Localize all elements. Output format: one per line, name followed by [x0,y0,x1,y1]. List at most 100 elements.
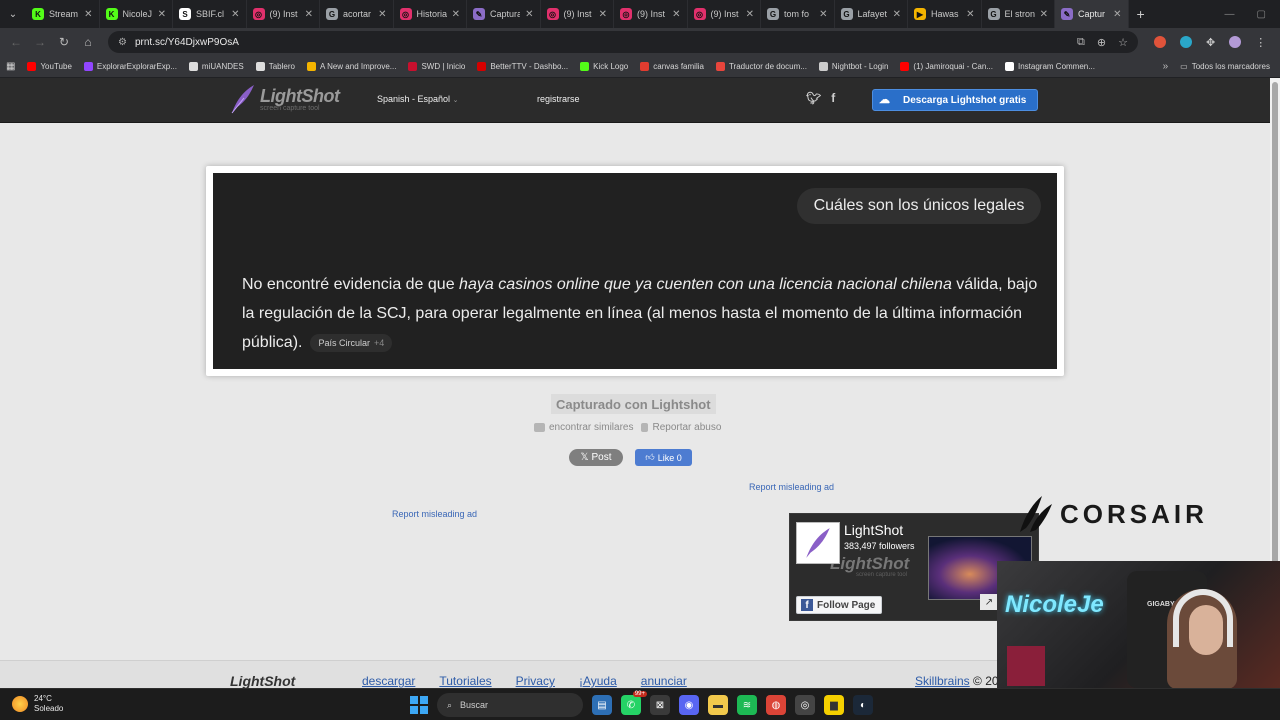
close-tab-icon[interactable]: ✕ [1113,9,1121,20]
close-tab-icon[interactable]: ✕ [746,9,754,20]
all-bookmarks-folder[interactable]: ▭ Todos los marcadores [1180,62,1280,71]
bookmark-item[interactable]: Instagram Commen... [1005,62,1095,71]
close-tab-icon[interactable]: ✕ [525,9,533,20]
bookmark-item[interactable]: SWD | Inicio [408,62,465,71]
browser-tab[interactable]: ◎ (9) Inst ✕ [614,0,688,28]
browser-tab[interactable]: ◎ (9) Inst ✕ [688,0,761,28]
bookmark-star-icon[interactable]: ☆ [1118,36,1128,49]
report-misleading-ad-link[interactable]: Report misleading ad [749,482,834,492]
close-tab-icon[interactable]: ✕ [158,9,166,20]
bookmark-item[interactable]: Tablero [255,62,295,71]
close-tab-icon[interactable]: ✕ [305,9,313,20]
close-tab-icon[interactable]: ✕ [84,9,92,20]
browser-tab[interactable]: Gacortar ✕ [320,0,394,28]
screenshot-image[interactable]: Cuáles son los únicos legales No encontr… [213,173,1057,369]
browser-tab[interactable]: K NicoleJ ✕ [100,0,173,28]
reload-button[interactable]: ↻ [52,35,76,49]
page-name[interactable]: LightShot [844,522,903,538]
close-tab-icon[interactable]: ✕ [231,9,239,20]
browser-tab[interactable]: G El stron ✕ [982,0,1055,28]
bookmark-item[interactable]: A New and Improve... [306,62,396,71]
url-field[interactable]: ⚙ prnt.sc/Y64DjxwP9OsA ⧉ ⊕ ☆ [108,31,1138,53]
back-button[interactable]: ← [4,35,28,49]
close-tab-icon[interactable]: ✕ [599,9,607,20]
language-selector[interactable]: Spanish - Español ⌄ [377,94,458,104]
page-avatar[interactable] [796,522,840,564]
task-view-icon[interactable]: ⊠ [650,695,670,715]
notepad-icon[interactable]: ▤ [592,695,612,715]
maximize-icon[interactable]: ▢ [1257,9,1266,20]
footer-logo[interactable]: LightShot [230,673,295,688]
bookmark-item[interactable]: Nightbot - Login [818,62,888,71]
browser-tab[interactable]: ✎ Captura ✕ [467,0,541,28]
chrome-icon[interactable]: ◍ [766,695,786,715]
new-tab-button[interactable]: + [1129,6,1145,22]
browser-tab[interactable]: ◎ (9) Inst ✕ [247,0,320,28]
close-tab-icon[interactable]: ✕ [378,9,386,20]
windows-start-icon[interactable] [410,696,428,714]
bookmarks-overflow-button[interactable]: » [1163,61,1169,72]
browser-tab[interactable]: ◎ (9) Inst ✕ [541,0,614,28]
close-tab-icon[interactable]: ✕ [893,9,901,20]
bookmark-item[interactable]: BetterTTV - Dashbo... [477,62,568,71]
close-tab-icon[interactable]: ✕ [819,9,827,20]
skillbrains-link[interactable]: Skillbrains [915,674,970,688]
x-post-button[interactable]: 𝕏 Post [569,449,623,466]
file-explorer-icon[interactable]: ▬ [708,695,728,715]
bookmark-item[interactable]: Traductor de docum... [715,62,807,71]
tab-search-menu-icon[interactable]: ⌄ [0,0,26,28]
register-link[interactable]: registrarse [537,94,580,104]
lightshot-logo[interactable]: LightShot screen capture tool [230,84,340,114]
steam-icon[interactable]: ◐ [853,695,873,715]
bookmark-item[interactable]: Kick Logo [580,62,628,71]
extension-icon[interactable] [1180,36,1192,48]
close-tab-icon[interactable]: ✕ [966,9,974,20]
footer-link[interactable]: Tutoriales [439,674,491,688]
site-info-icon[interactable]: ⚙ [118,37,127,48]
minimize-icon[interactable]: — [1225,9,1235,20]
sticky-notes-icon[interactable]: ▆ [824,695,844,715]
find-similar-link[interactable]: encontrar similares [534,422,633,433]
forward-button[interactable]: → [28,35,52,49]
profile-avatar[interactable] [1229,36,1242,48]
bookmark-item[interactable]: YouTube [27,62,72,71]
bookmark-item[interactable]: miUANDES [188,62,244,71]
browser-tab[interactable]: S SBIF.cl ✕ [173,0,247,28]
close-tab-icon[interactable]: ✕ [452,9,460,20]
install-app-icon[interactable]: ⧉ [1077,36,1085,49]
whatsapp-icon[interactable]: ✆ 99+ [621,691,647,715]
facebook-like-button[interactable]: 👍︎ Like 0 [635,449,692,466]
close-tab-icon[interactable]: ✕ [1040,9,1048,20]
scrollbar-thumb[interactable] [1272,82,1278,640]
report-misleading-ad-link[interactable]: Report misleading ad [392,509,477,519]
footer-link[interactable]: Privacy [516,674,555,688]
zoom-icon[interactable]: ⊕ [1097,36,1106,49]
spotify-icon[interactable]: ≋ [737,695,757,715]
browser-tab[interactable]: Gtom fo ✕ [761,0,835,28]
extensions-puzzle-icon[interactable]: ✥ [1206,36,1215,49]
footer-link[interactable]: anunciar [641,674,687,688]
obs-icon[interactable]: ◎ [795,695,815,715]
taskbar-search[interactable]: ⌕ Buscar [437,693,583,717]
close-tab-icon[interactable]: ✕ [672,9,680,20]
bookmark-item[interactable]: canvas familia [640,62,704,71]
browser-tab[interactable]: K Stream ✕ [26,0,100,28]
browser-tab[interactable]: ✎ Captur ✕ [1055,0,1129,28]
facebook-icon[interactable]: f [831,91,835,105]
apps-grid-icon[interactable]: ▦ [6,61,15,72]
extension-icon[interactable] [1154,36,1166,48]
footer-link[interactable]: ¡Ayuda [579,674,617,688]
bookmark-item[interactable]: ExplorarExplorarExp... [83,62,177,71]
browser-tab[interactable]: ▶ Hawas ✕ [908,0,982,28]
browser-menu-icon[interactable]: ⋮ [1255,36,1266,49]
download-button[interactable]: ☁ Descarga Lightshot gratis [872,89,1038,111]
report-abuse-link[interactable]: Reportar abuso [641,422,721,433]
share-icon[interactable]: ↗ [980,594,998,610]
browser-tab[interactable]: ◎ Historia ✕ [394,0,467,28]
follow-page-button[interactable]: f Follow Page [796,596,882,614]
twitter-icon[interactable]: 🐦︎ [806,91,821,105]
discord-icon[interactable]: ◉ [679,695,699,715]
weather-widget[interactable]: 24°C Soleado [12,694,63,714]
home-button[interactable]: ⌂ [76,35,100,49]
bookmark-item[interactable]: (1) Jamiroquai - Can... [900,62,993,71]
